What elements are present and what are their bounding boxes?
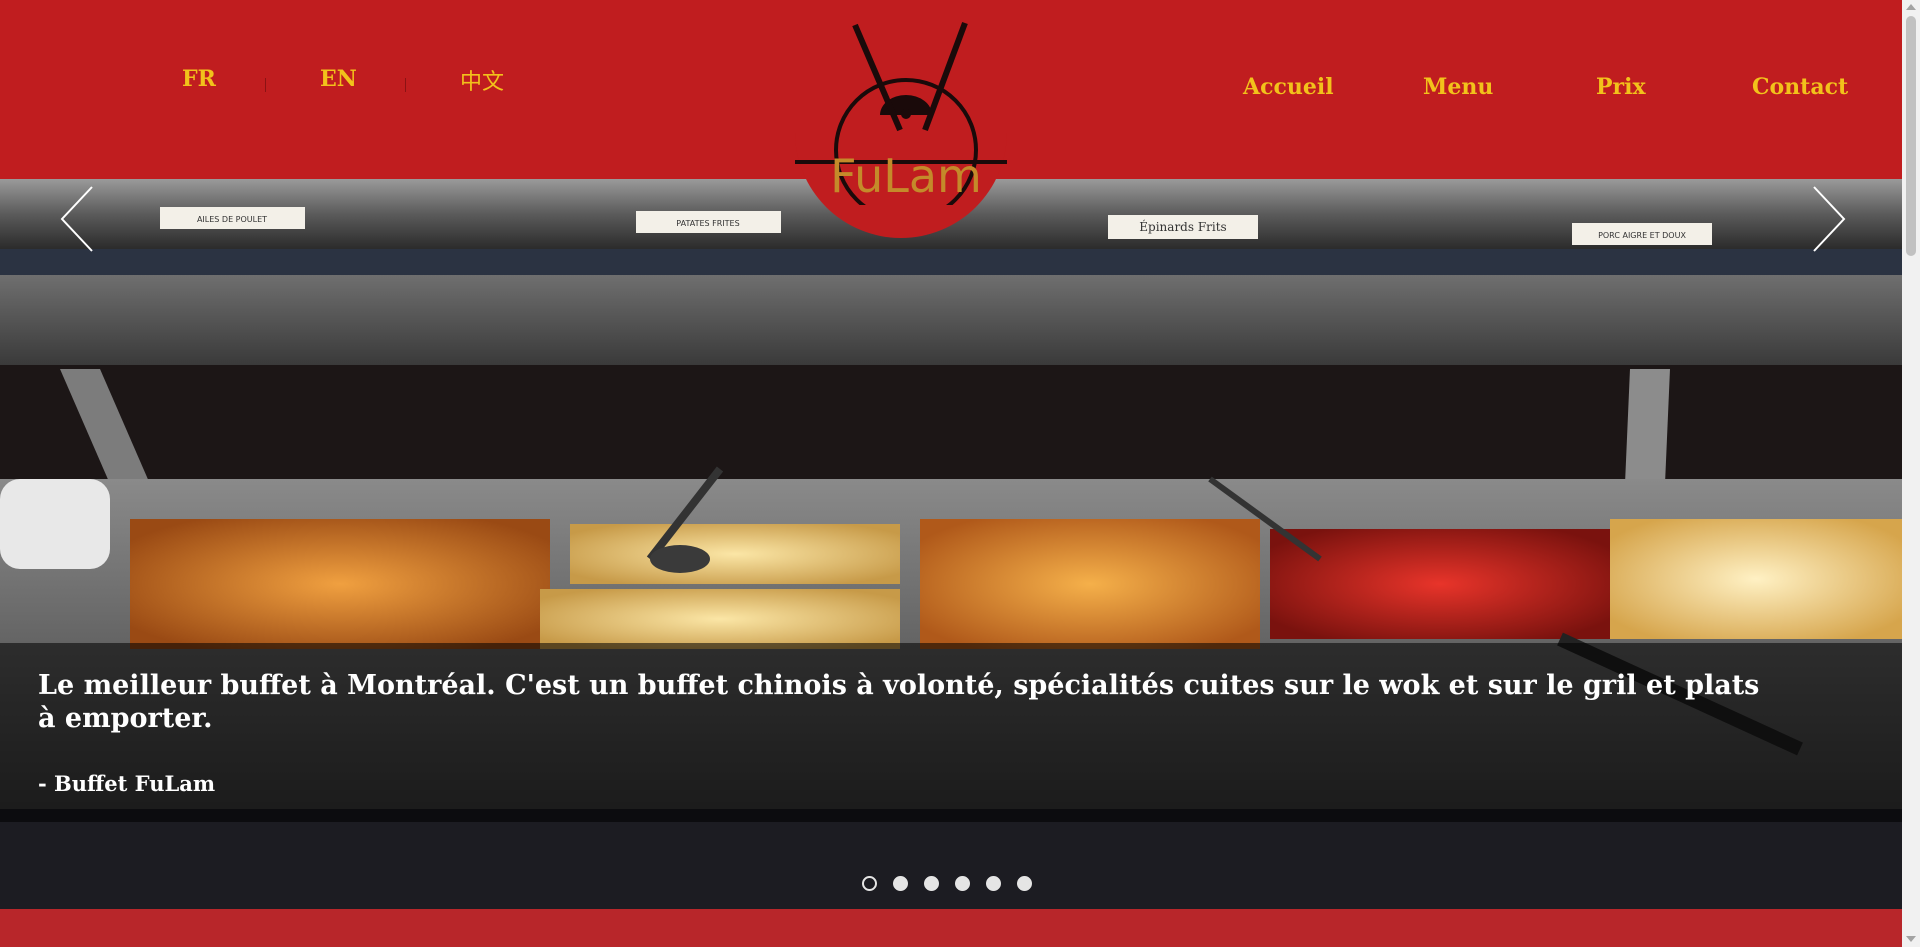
- slider-dot[interactable]: [955, 876, 970, 891]
- nav-accueil[interactable]: Accueil: [1243, 74, 1334, 100]
- slider-dot[interactable]: [924, 876, 939, 891]
- slider-dot[interactable]: [1017, 876, 1032, 891]
- slider-caption: Le meilleur buffet à Montréal. C'est un …: [38, 670, 1760, 734]
- slider-indicators: [862, 876, 1032, 891]
- fulam-logo[interactable]: FuLam: [795, 15, 1007, 205]
- page-scrollbar[interactable]: [1902, 0, 1920, 947]
- lang-divider: [405, 78, 406, 92]
- slider-dot[interactable]: [862, 876, 877, 891]
- lang-divider: [265, 78, 266, 92]
- logo-text: FuLam: [830, 149, 982, 203]
- sign-epinards-frits: Épinards Frits: [1139, 219, 1226, 234]
- sign-ailes-de-poulet: AILES DE POULET: [197, 215, 267, 224]
- content-band: [0, 909, 1902, 947]
- sign-porc-aigre-doux: PORC AIGRE ET DOUX: [1598, 231, 1686, 240]
- nav-contact[interactable]: Contact: [1752, 74, 1848, 100]
- chevron-left-icon[interactable]: [58, 179, 98, 259]
- lang-zh-link[interactable]: 中文: [460, 64, 504, 96]
- scroll-up-icon[interactable]: [1906, 4, 1916, 10]
- slider-dot[interactable]: [986, 876, 1001, 891]
- nav-menu[interactable]: Menu: [1423, 74, 1493, 100]
- scroll-down-icon[interactable]: [1906, 936, 1916, 942]
- sign-patates-frites: PATATES FRITES: [676, 219, 739, 228]
- slider-caption-author: - Buffet FuLam: [38, 771, 216, 796]
- slider-dot[interactable]: [893, 876, 908, 891]
- lang-en-link[interactable]: EN: [320, 66, 357, 92]
- nav-prix[interactable]: Prix: [1596, 74, 1646, 100]
- scrollbar-thumb[interactable]: [1906, 16, 1916, 256]
- hero-slider: AILES DE POULET PATATES FRITES Épinards …: [0, 179, 1902, 909]
- chevron-right-icon[interactable]: [1808, 179, 1848, 259]
- lang-fr-link[interactable]: FR: [182, 66, 216, 92]
